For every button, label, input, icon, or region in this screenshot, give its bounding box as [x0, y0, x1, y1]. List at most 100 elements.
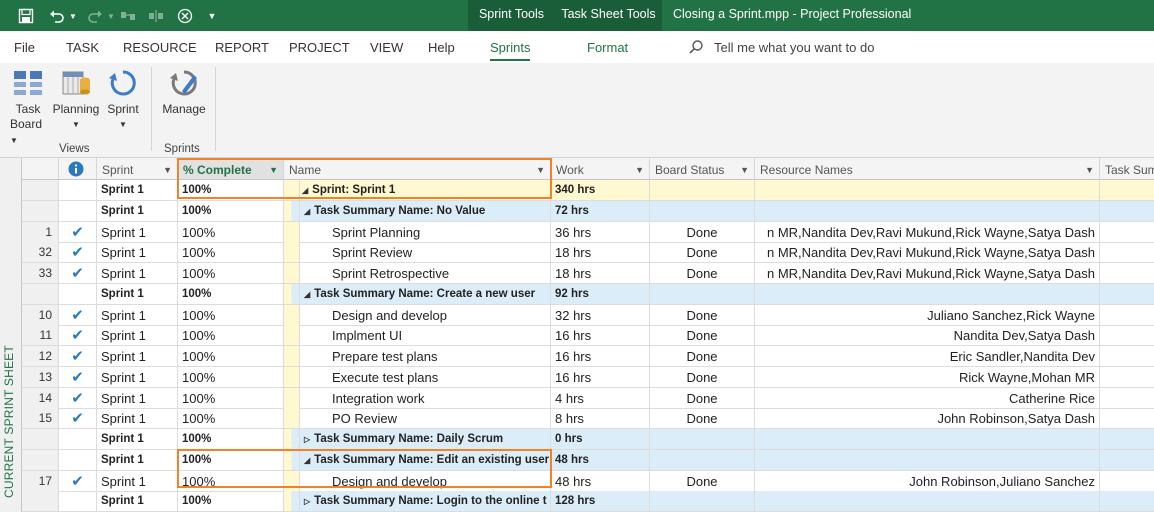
sprint-cell[interactable]: Sprint 1: [97, 200, 178, 222]
column-header-work[interactable]: Work ▼: [551, 158, 650, 180]
board-status-cell[interactable]: Done: [650, 242, 755, 264]
collapse-icon[interactable]: ◢: [304, 201, 310, 221]
undo-dropdown-icon[interactable]: ▼: [68, 5, 78, 27]
task-row[interactable]: 33 ✔ Sprint 1 100% Sprint Retrospective 18 hr…: [22, 263, 1154, 284]
board-status-cell[interactable]: Done: [650, 221, 755, 243]
sprint-cell[interactable]: Sprint 1: [97, 387, 178, 409]
task-row[interactable]: 17 ✔ Sprint 1 100% Design and develop 48 hrs D…: [22, 470, 1154, 492]
row-id[interactable]: 10: [22, 304, 59, 326]
percent-complete-cell[interactable]: 100%: [178, 200, 284, 222]
board-status-cell[interactable]: Done: [650, 470, 755, 492]
sprint-cell[interactable]: Sprint 1: [97, 408, 178, 430]
manage-button[interactable]: Manage: [160, 67, 208, 117]
percent-complete-cell[interactable]: 100%: [178, 429, 284, 450]
board-status-cell[interactable]: [650, 180, 755, 201]
work-cell[interactable]: 18 hrs: [551, 263, 650, 284]
resource-names-cell[interactable]: Eric Sandler,Nandita Dev: [755, 346, 1100, 367]
column-header-task-summary[interactable]: Task Sum: [1100, 158, 1154, 180]
task-summary-cell[interactable]: [1100, 283, 1154, 305]
collapse-icon[interactable]: ◢: [302, 180, 308, 200]
percent-complete-cell[interactable]: 100%: [178, 221, 284, 243]
collapse-icon[interactable]: ◢: [304, 284, 310, 304]
redo-icon[interactable]: [84, 5, 106, 27]
board-status-cell[interactable]: Done: [650, 325, 755, 347]
work-cell[interactable]: 16 hrs: [551, 366, 650, 388]
task-name-cell[interactable]: ◢ Task Summary Name: No Value: [300, 200, 551, 222]
resource-names-cell[interactable]: Nandita Dev,Satya Dash: [755, 325, 1100, 347]
summary-row[interactable]: Sprint 1 100% ▷ Task Summary Name: Login to…: [22, 491, 1154, 512]
board-status-cell[interactable]: Done: [650, 346, 755, 367]
percent-complete-cell[interactable]: 100%: [178, 408, 284, 430]
task-name-cell[interactable]: Sprint Retrospective: [300, 263, 551, 284]
board-status-cell[interactable]: Done: [650, 408, 755, 430]
row-id[interactable]: [22, 429, 59, 450]
percent-complete-cell[interactable]: 100%: [178, 470, 284, 492]
percent-complete-cell[interactable]: 100%: [178, 346, 284, 367]
resource-names-cell[interactable]: [755, 429, 1100, 450]
row-id[interactable]: 32: [22, 242, 59, 264]
task-summary-cell[interactable]: [1100, 471, 1154, 492]
sprint-cell[interactable]: Sprint 1: [97, 470, 178, 492]
task-summary-cell[interactable]: [1100, 242, 1154, 264]
task-name-cell[interactable]: Sprint Planning: [300, 221, 551, 243]
board-status-cell[interactable]: [650, 200, 755, 222]
task-summary-cell[interactable]: [1100, 367, 1154, 388]
work-cell[interactable]: 128 hrs: [551, 491, 650, 512]
board-status-cell[interactable]: Done: [650, 263, 755, 284]
resource-names-cell[interactable]: [755, 283, 1100, 305]
board-status-cell[interactable]: Done: [650, 366, 755, 388]
task-summary-cell[interactable]: [1100, 180, 1154, 201]
work-cell[interactable]: 92 hrs: [551, 283, 650, 305]
sprint-cell[interactable]: Sprint 1: [97, 366, 178, 388]
task-row[interactable]: 1 ✔ Sprint 1 100% Sprint Planning 36 hrs Done n…: [22, 221, 1154, 243]
work-cell[interactable]: 36 hrs: [551, 221, 650, 243]
task-summary-cell[interactable]: [1100, 491, 1154, 512]
board-status-cell[interactable]: [650, 449, 755, 471]
work-cell[interactable]: 4 hrs: [551, 387, 650, 409]
task-name-cell[interactable]: ▷ Task Summary Name: Daily Scrum: [300, 429, 551, 450]
sprint-cell[interactable]: Sprint 1: [97, 346, 178, 367]
task-name-cell[interactable]: PO Review: [300, 408, 551, 430]
sprint-cell[interactable]: Sprint 1: [97, 304, 178, 326]
sprint-cell[interactable]: Sprint 1: [97, 263, 178, 284]
task-row[interactable]: 10 ✔ Sprint 1 100% Design and develop 32 hrs D…: [22, 304, 1154, 326]
task-name-cell[interactable]: Execute test plans: [300, 366, 551, 388]
resource-names-cell[interactable]: John Robinson,Satya Dash: [755, 408, 1100, 430]
row-id[interactable]: 12: [22, 346, 59, 367]
tab-sprints[interactable]: Sprints: [490, 40, 531, 61]
column-header-resource-names[interactable]: Resource Names ▼: [755, 158, 1100, 180]
summary-row[interactable]: Sprint 1 100% ◢ Sprint: Sprint 1 340 hrs: [22, 180, 1154, 201]
percent-complete-cell[interactable]: 100%: [178, 180, 284, 201]
percent-complete-cell[interactable]: 100%: [178, 366, 284, 388]
resource-names-cell[interactable]: Juliano Sanchez,Rick Wayne: [755, 304, 1100, 326]
percent-complete-cell[interactable]: 100%: [178, 263, 284, 284]
summary-row[interactable]: Sprint 1 100% ◢ Task Summary Name: No Value…: [22, 200, 1154, 222]
work-cell[interactable]: 8 hrs: [551, 408, 650, 430]
tab-file[interactable]: File: [14, 40, 35, 55]
column-header-sprint[interactable]: Sprint ▼: [97, 158, 178, 180]
select-all-header[interactable]: [22, 158, 59, 180]
resource-names-cell[interactable]: Catherine Rice: [755, 387, 1100, 409]
tab-view[interactable]: VIEW: [370, 40, 403, 55]
board-status-cell[interactable]: Done: [650, 304, 755, 326]
work-cell[interactable]: 72 hrs: [551, 200, 650, 222]
sprint-button[interactable]: Sprint ▼: [104, 67, 142, 132]
task-summary-cell[interactable]: [1100, 263, 1154, 284]
work-cell[interactable]: 16 hrs: [551, 325, 650, 347]
sprint-cell[interactable]: Sprint 1: [97, 180, 178, 201]
task-summary-cell[interactable]: [1100, 200, 1154, 222]
task-name-cell[interactable]: ▷ Task Summary Name: Login to the online …: [300, 491, 551, 512]
link-tasks-icon[interactable]: [118, 5, 138, 27]
board-status-cell[interactable]: Done: [650, 387, 755, 409]
work-cell[interactable]: 16 hrs: [551, 346, 650, 367]
tab-project[interactable]: PROJECT: [289, 40, 350, 55]
summary-row[interactable]: Sprint 1 100% ◢ Task Summary Name: Edit an …: [22, 449, 1154, 471]
summary-row[interactable]: Sprint 1 100% ◢ Task Summary Name: Create a…: [22, 283, 1154, 305]
row-id[interactable]: [22, 283, 59, 305]
percent-complete-cell[interactable]: 100%: [178, 304, 284, 326]
resource-names-cell[interactable]: n MR,Nandita Dev,Ravi Mukund,Rick Wayne,…: [755, 263, 1100, 284]
percent-complete-cell[interactable]: 100%: [178, 387, 284, 409]
sprint-cell[interactable]: Sprint 1: [97, 325, 178, 347]
work-cell[interactable]: 48 hrs: [551, 449, 650, 471]
task-name-cell[interactable]: Integration work: [300, 387, 551, 409]
